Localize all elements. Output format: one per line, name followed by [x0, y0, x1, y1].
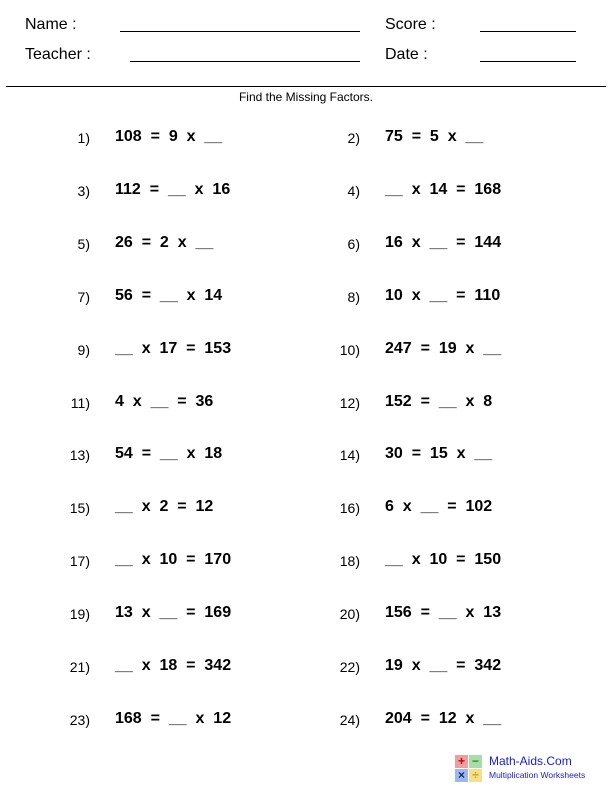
- problem-equation: __ x 18 = 342: [115, 657, 232, 674]
- problem-number: 24): [339, 711, 360, 728]
- problem-item: 4) __ x 14 = 168: [337, 181, 577, 203]
- problem-equation: 75 = 5 x __: [385, 128, 484, 145]
- divide-icon: ÷: [469, 769, 482, 782]
- problem-equation: 26 = 2 x __: [115, 233, 214, 251]
- multiply-icon: ×: [455, 769, 468, 782]
- problem-item: 7) 56 = __ x 14: [67, 287, 307, 309]
- problem-number: 11): [70, 394, 90, 411]
- problem-equation: __ x 2 = 12: [115, 498, 214, 516]
- problem-number: 5): [77, 235, 90, 252]
- problem-equation: 13 x __ = 169: [115, 604, 232, 622]
- problem-number: 9): [77, 341, 90, 358]
- teacher-field[interactable]: [130, 61, 360, 62]
- problem-item: 24) 204 = 12 x __: [337, 710, 577, 732]
- problem-item: 16) 6 x __ = 102: [337, 498, 577, 520]
- problem-item: 5) 26 = 2 x __: [67, 234, 307, 256]
- problem-item: 6) 16 x __ = 144: [337, 234, 577, 256]
- problem-number: 13): [69, 447, 90, 464]
- problem-number: 22): [339, 659, 360, 675]
- problem-number: 3): [77, 182, 90, 199]
- problem-equation: 247 = 19 x __: [385, 339, 502, 357]
- problem-equation: 54 = __ x 18: [115, 445, 223, 463]
- problem-number: 1): [77, 130, 90, 146]
- problem-equation: 156 = __ x 13: [385, 604, 502, 622]
- operations-icon: + − × ÷: [455, 755, 483, 783]
- logo-subtitle: Multiplication Worksheets: [489, 770, 586, 780]
- problem-number: 10): [339, 341, 360, 358]
- score-field[interactable]: [480, 31, 576, 32]
- name-label: Name :: [25, 16, 77, 33]
- minus-icon: −: [469, 755, 482, 768]
- problem-item: 3) 112 = __ x 16: [67, 181, 307, 203]
- problem-equation: 4 x __ = 36: [115, 392, 214, 410]
- header-divider: [6, 86, 606, 87]
- problem-item: 11) 4 x __ = 36: [67, 393, 307, 415]
- problem-number: 4): [347, 182, 360, 199]
- problem-equation: 16 x __ = 144: [385, 233, 502, 251]
- problem-number: 21): [69, 659, 90, 675]
- problem-item: 17) __ x 10 = 170: [67, 551, 307, 573]
- problem-item: 10) 247 = 19 x __: [337, 340, 577, 362]
- problem-equation: 6 x __ = 102: [385, 498, 493, 516]
- problem-number: 23): [69, 711, 90, 728]
- logo-title: Math-Aids.Com: [489, 754, 572, 768]
- problem-item: 21) __ x 18 = 342: [67, 657, 307, 679]
- problem-item: 15) __ x 2 = 12: [67, 498, 307, 520]
- problem-equation: 152 = __ x 8: [385, 392, 493, 410]
- problem-number: 8): [347, 288, 360, 305]
- problem-item: 8) 10 x __ = 110: [337, 287, 577, 309]
- problem-equation: __ x 14 = 168: [385, 180, 502, 198]
- problem-item: 20) 156 = __ x 13: [337, 604, 577, 626]
- problem-item: 22) 19 x __ = 342: [337, 657, 577, 679]
- problem-number: 6): [347, 235, 360, 252]
- problem-equation: 112 = __ x 16: [115, 180, 231, 198]
- name-field[interactable]: [120, 31, 360, 32]
- problem-number: 20): [339, 606, 360, 623]
- problem-item: 1) 108 = 9 x __: [67, 128, 307, 150]
- problem-number: 19): [69, 606, 90, 623]
- problem-number: 14): [339, 447, 360, 464]
- problem-item: 12) 152 = __ x 8: [337, 393, 577, 415]
- problem-equation: 56 = __ x 14: [115, 286, 223, 304]
- problem-item: 18) __ x 10 = 150: [337, 551, 577, 573]
- problem-number: 7): [77, 288, 90, 305]
- problem-equation: 168 = __ x 12: [115, 709, 232, 727]
- problem-equation: 108 = 9 x __: [115, 128, 223, 145]
- problem-number: 18): [339, 553, 360, 570]
- score-label: Score :: [385, 16, 436, 33]
- problem-item: 2) 75 = 5 x __: [337, 128, 577, 150]
- problem-number: 17): [69, 553, 90, 570]
- teacher-label: Teacher :: [25, 46, 91, 63]
- problem-item: 14) 30 = 15 x __: [337, 445, 577, 467]
- problem-equation: __ x 10 = 170: [115, 551, 232, 569]
- plus-icon: +: [455, 755, 468, 768]
- date-field[interactable]: [480, 61, 576, 62]
- date-label: Date :: [385, 46, 428, 63]
- problem-number: 16): [339, 500, 360, 517]
- problem-item: 23) 168 = __ x 12: [67, 710, 307, 732]
- problem-equation: 30 = 15 x __: [385, 445, 493, 463]
- problem-equation: 204 = 12 x __: [385, 709, 502, 727]
- problem-equation: 10 x __ = 110: [385, 286, 501, 304]
- problem-equation: 19 x __ = 342: [385, 657, 502, 674]
- problem-item: 19) 13 x __ = 169: [67, 604, 307, 626]
- instructions: Find the Missing Factors.: [238, 90, 374, 104]
- problem-number: 2): [347, 130, 360, 146]
- problem-equation: __ x 10 = 150: [385, 551, 502, 569]
- problem-number: 12): [339, 394, 360, 411]
- problem-equation: __ x 17 = 153: [115, 339, 232, 357]
- problem-item: 9) __ x 17 = 153: [67, 340, 307, 362]
- problem-number: 15): [69, 500, 90, 517]
- problem-item: 13) 54 = __ x 18: [67, 445, 307, 467]
